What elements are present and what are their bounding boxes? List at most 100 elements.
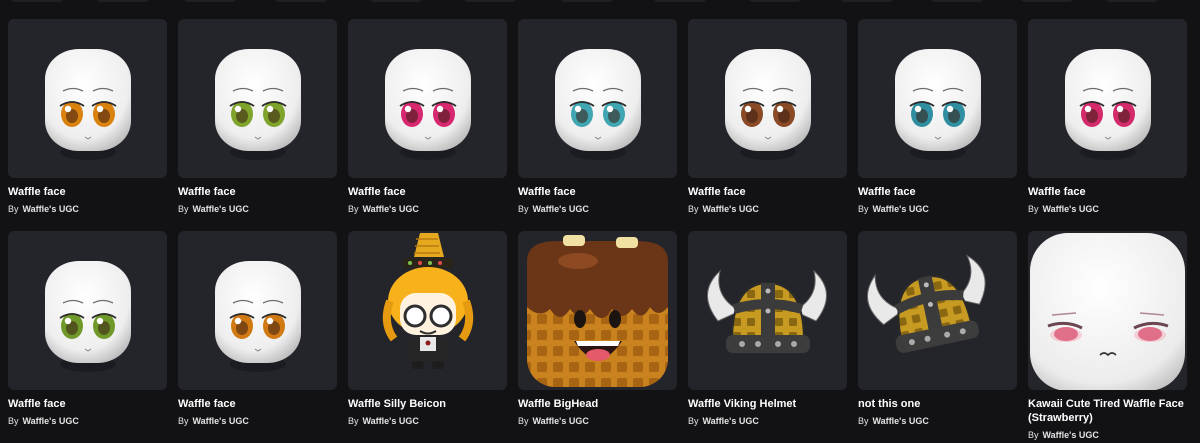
item-creator: By Waffle's UGC (178, 415, 249, 427)
item-creator: By Waffle's UGC (1028, 203, 1099, 215)
creator-link[interactable]: Waffle's UGC (363, 416, 419, 426)
creator-link[interactable]: Waffle's UGC (873, 416, 929, 426)
by-label: By (688, 204, 699, 214)
creator-link[interactable]: Waffle's UGC (533, 416, 589, 426)
item-thumbnail[interactable] (8, 231, 167, 390)
item-name[interactable]: Waffle face (1028, 185, 1187, 199)
catalog-item-card[interactable]: Waffle Silly Beicon By Waffle's UGC (348, 231, 507, 443)
item-thumbnail[interactable] (688, 19, 847, 178)
by-label: By (1028, 204, 1039, 214)
catalog-item-card[interactable]: Waffle face By Waffle's UGC (1028, 19, 1187, 231)
item-creator: By Waffle's UGC (688, 415, 759, 427)
item-thumbnail[interactable] (178, 231, 337, 390)
item-creator: By Waffle's UGC (518, 203, 589, 215)
item-name[interactable]: Waffle face (518, 185, 677, 199)
filter-chip[interactable] (1105, 0, 1159, 2)
catalog-item-card[interactable]: Waffle face By Waffle's UGC (688, 19, 847, 231)
creator-link[interactable]: Waffle's UGC (23, 416, 79, 426)
item-name[interactable]: Waffle face (348, 185, 507, 199)
waffle-beicon-icon (348, 231, 507, 390)
catalog-item-card[interactable]: Waffle face By Waffle's UGC (518, 19, 677, 231)
item-name[interactable]: Waffle face (178, 397, 337, 411)
by-label: By (178, 416, 189, 426)
item-name[interactable]: Waffle face (858, 185, 1017, 199)
kawaii-tired-face-icon (1028, 231, 1187, 390)
item-thumbnail[interactable] (858, 19, 1017, 178)
creator-link[interactable]: Waffle's UGC (193, 204, 249, 214)
catalog-item-card[interactable]: Waffle face By Waffle's UGC (8, 231, 167, 443)
creator-link[interactable]: Waffle's UGC (1043, 430, 1099, 440)
item-thumbnail[interactable] (348, 231, 507, 390)
item-name[interactable]: not this one (858, 397, 1017, 411)
catalog-item-card[interactable]: not this one By Waffle's UGC (858, 231, 1017, 443)
by-label: By (858, 204, 869, 214)
filter-chip[interactable] (183, 0, 237, 2)
filter-chip[interactable] (274, 0, 328, 2)
by-label: By (8, 416, 19, 426)
creator-link[interactable]: Waffle's UGC (363, 204, 419, 214)
by-label: By (518, 416, 529, 426)
filter-chip[interactable] (930, 0, 984, 2)
item-name[interactable]: Waffle face (178, 185, 337, 199)
by-label: By (348, 204, 359, 214)
item-thumbnail[interactable] (518, 19, 677, 178)
waffle-face-icon (688, 19, 847, 178)
item-name[interactable]: Waffle Viking Helmet (688, 397, 847, 411)
item-thumbnail[interactable] (518, 231, 677, 390)
catalog-item-card[interactable]: Waffle face By Waffle's UGC (178, 19, 337, 231)
catalog-item-card[interactable]: Waffle BigHead By Waffle's UGC (518, 231, 677, 443)
catalog-item-card[interactable]: Waffle Viking Helmet By Waffle's UGC (688, 231, 847, 443)
item-creator: By Waffle's UGC (178, 203, 249, 215)
item-thumbnail[interactable] (178, 19, 337, 178)
filter-chip[interactable] (653, 0, 707, 2)
item-creator: By Waffle's UGC (688, 203, 759, 215)
waffle-bighead-icon (518, 231, 677, 390)
waffle-face-icon (178, 19, 337, 178)
catalog-item-card[interactable]: Waffle face By Waffle's UGC (348, 19, 507, 231)
item-thumbnail[interactable] (688, 231, 847, 390)
creator-link[interactable]: Waffle's UGC (23, 204, 79, 214)
filter-chip[interactable] (748, 0, 802, 2)
waffle-face-icon (518, 19, 677, 178)
catalog-grid: Waffle face By Waffle's UGC Waffle face (8, 19, 1187, 443)
creator-link[interactable]: Waffle's UGC (703, 416, 759, 426)
waffle-face-icon (8, 231, 167, 390)
catalog-item-card[interactable]: Waffle face By Waffle's UGC (178, 231, 337, 443)
item-creator: By Waffle's UGC (348, 415, 419, 427)
creator-link[interactable]: Waffle's UGC (533, 204, 589, 214)
item-thumbnail[interactable] (1028, 19, 1187, 178)
creator-link[interactable]: Waffle's UGC (193, 416, 249, 426)
filter-chip-row (0, 0, 1200, 4)
item-creator: By Waffle's UGC (348, 203, 419, 215)
item-creator: By Waffle's UGC (1028, 429, 1099, 441)
item-name[interactable]: Kawaii Cute Tired Waffle Face (Strawberr… (1028, 397, 1187, 425)
filter-chip[interactable] (1020, 0, 1074, 2)
by-label: By (518, 204, 529, 214)
catalog-item-card[interactable]: Waffle face By Waffle's UGC (858, 19, 1017, 231)
item-thumbnail[interactable] (8, 19, 167, 178)
item-creator: By Waffle's UGC (518, 415, 589, 427)
item-thumbnail[interactable] (858, 231, 1017, 390)
filter-chip[interactable] (560, 0, 614, 2)
catalog-item-card[interactable]: Kawaii Cute Tired Waffle Face (Strawberr… (1028, 231, 1187, 443)
catalog-item-card[interactable]: Waffle face By Waffle's UGC (8, 19, 167, 231)
filter-chip[interactable] (96, 0, 150, 2)
item-thumbnail[interactable] (1028, 231, 1187, 390)
filter-chip[interactable] (10, 0, 64, 2)
item-name[interactable]: Waffle face (688, 185, 847, 199)
item-creator: By Waffle's UGC (8, 415, 79, 427)
item-name[interactable]: Waffle face (8, 397, 167, 411)
creator-link[interactable]: Waffle's UGC (703, 204, 759, 214)
item-thumbnail[interactable] (348, 19, 507, 178)
item-name[interactable]: Waffle face (8, 185, 167, 199)
waffle-face-icon (348, 19, 507, 178)
item-name[interactable]: Waffle BigHead (518, 397, 677, 411)
item-name[interactable]: Waffle Silly Beicon (348, 397, 507, 411)
creator-link[interactable]: Waffle's UGC (873, 204, 929, 214)
filter-chip[interactable] (463, 0, 517, 2)
filter-chip[interactable] (369, 0, 423, 2)
by-label: By (178, 204, 189, 214)
creator-link[interactable]: Waffle's UGC (1043, 204, 1099, 214)
filter-chip[interactable] (840, 0, 894, 2)
viking-helmet-icon (688, 231, 847, 390)
